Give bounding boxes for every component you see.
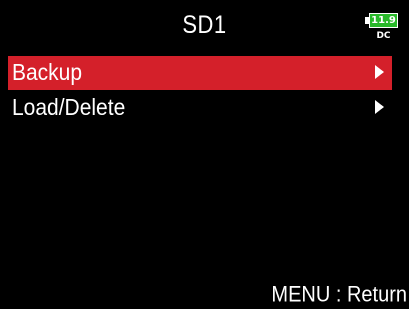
battery-icon: 11.9: [369, 13, 398, 28]
menu-item-label: Load/Delete: [12, 95, 126, 121]
menu-item-load-delete[interactable]: Load/Delete: [8, 91, 392, 125]
power-source-label: DC: [376, 31, 391, 41]
page-title: SD1: [182, 10, 227, 39]
menu-item-label: Backup: [12, 60, 83, 86]
title-bar: SD1 11.9 DC: [0, 0, 409, 52]
menu-item-backup[interactable]: Backup: [8, 56, 392, 90]
menu-return-hint: MENU : Return: [271, 283, 407, 308]
chevron-right-icon: [375, 100, 384, 114]
battery-indicator: 11.9 DC: [365, 13, 405, 46]
device-screen: SD1 11.9 DC Backup Load/Delete MENU : Re…: [0, 0, 409, 309]
battery-voltage: 11.9: [371, 15, 396, 26]
chevron-right-icon: [375, 65, 384, 79]
